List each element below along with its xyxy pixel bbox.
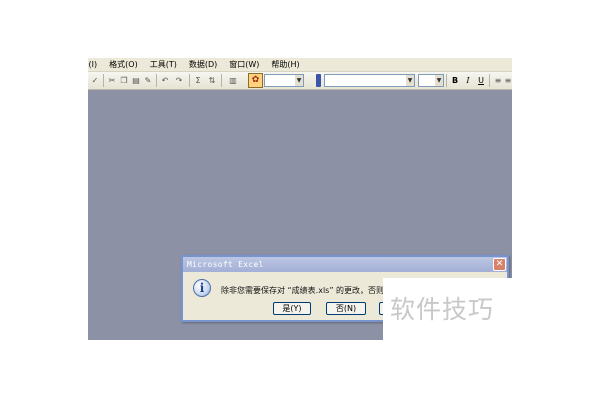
spellcheck-icon[interactable]: ✓ — [90, 75, 100, 86]
chevron-down-icon: ▼ — [435, 75, 443, 86]
autosum-icon[interactable]: Σ — [193, 75, 203, 86]
bold-button[interactable]: B — [450, 75, 460, 86]
sort-icon[interactable]: ⇅ — [207, 75, 217, 86]
menu-data[interactable]: 数据(D) — [183, 58, 223, 71]
dialog-title: Microsoft Excel — [187, 260, 264, 269]
toolbar-separator — [489, 74, 490, 87]
toolbar-separator — [221, 74, 222, 87]
font-size-select[interactable]: ▼ — [418, 74, 444, 87]
standard-toolbar: ✓ ✂ ❐ ▤ ✎ ↶ ↷ Σ ⇅ ▥ ✿ ▼ ▼ ▼ B I U ≡ ≡ — [88, 72, 512, 90]
toolbar-separator — [446, 74, 447, 87]
toolbar-separator — [103, 74, 104, 87]
cut-icon[interactable]: ✂ — [107, 75, 117, 86]
toolbar-separator — [156, 74, 157, 87]
close-button[interactable]: ✕ — [493, 258, 506, 271]
font-name-select[interactable]: ▼ — [324, 74, 415, 87]
toolbar-separator — [189, 74, 190, 87]
underline-button[interactable]: U — [476, 75, 486, 86]
no-button[interactable]: 否(N) — [326, 302, 366, 315]
yes-button[interactable]: 是(Y) — [273, 302, 311, 315]
align-center-icon[interactable]: ≡ — [503, 75, 512, 86]
menu-format[interactable]: 格式(O) — [103, 58, 144, 71]
format-painter-icon[interactable]: ✎ — [143, 75, 153, 86]
dialog-titlebar[interactable]: Microsoft Excel ✕ — [183, 257, 507, 272]
info-icon: i — [193, 279, 211, 297]
dialog-message: 除非您需要保存对 “成绩表.xls” 的更改，否则应以 — [221, 286, 401, 295]
menu-tools[interactable]: 工具(T) — [144, 58, 183, 71]
menu-window[interactable]: 窗口(W) — [223, 58, 265, 71]
drawing-icon[interactable]: ✿ — [248, 73, 263, 88]
chevron-down-icon: ▼ — [406, 75, 414, 86]
chart-wizard-icon[interactable]: ▥ — [228, 75, 238, 86]
menu-insert[interactable]: (I) — [88, 58, 103, 71]
zoom-select[interactable]: ▼ — [264, 74, 304, 87]
watermark-text: 软件技巧 — [390, 295, 495, 324]
menu-help[interactable]: 帮助(H) — [265, 58, 305, 71]
menu-bar: (I) 格式(O) 工具(T) 数据(D) 窗口(W) 帮助(H) — [88, 58, 512, 72]
chevron-down-icon: ▼ — [295, 75, 303, 86]
copy-icon[interactable]: ❐ — [119, 75, 129, 86]
paste-icon[interactable]: ▤ — [131, 75, 141, 86]
toolbar-grip-handle[interactable] — [316, 74, 321, 87]
align-left-icon[interactable]: ≡ — [493, 75, 503, 86]
italic-button[interactable]: I — [463, 75, 473, 86]
redo-icon[interactable]: ↷ — [174, 75, 184, 86]
undo-icon[interactable]: ↶ — [160, 75, 170, 86]
